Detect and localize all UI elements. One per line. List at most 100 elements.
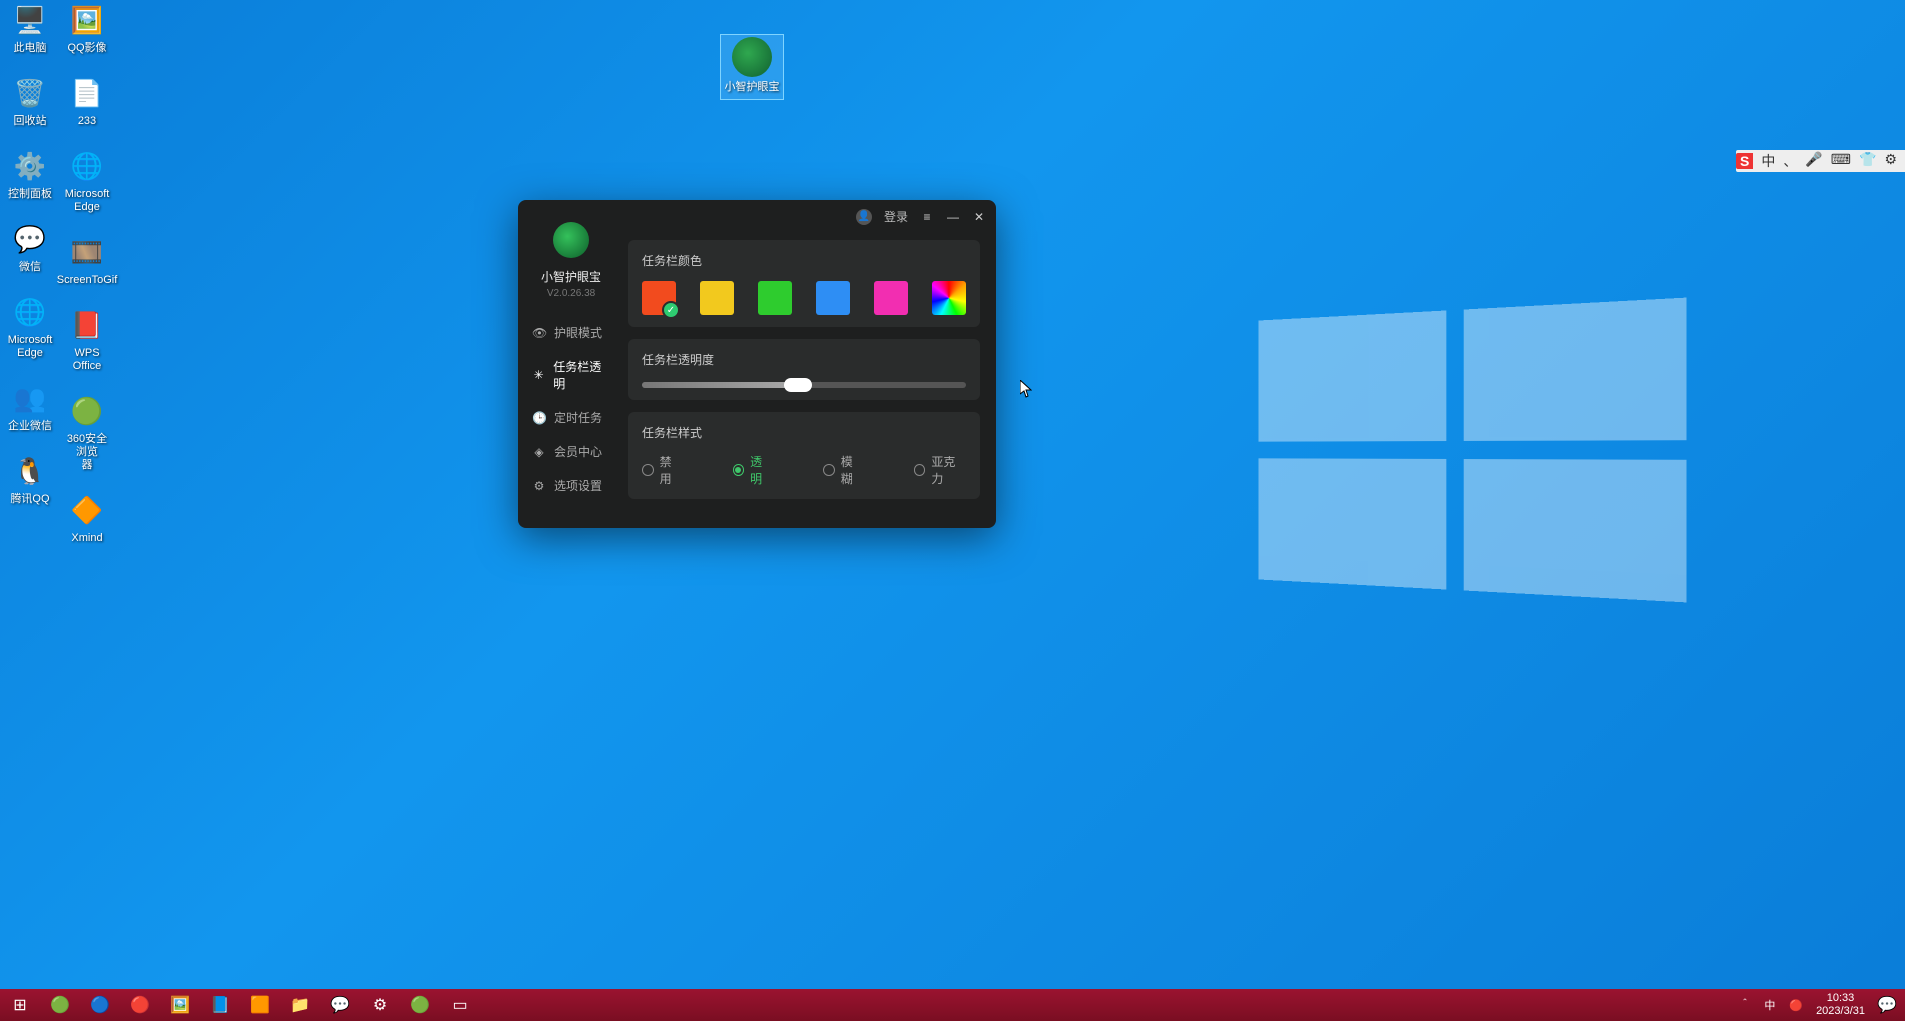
color-swatch[interactable]	[932, 281, 966, 315]
slider-fill	[642, 382, 798, 388]
taskbar-app[interactable]: 🟧	[240, 989, 280, 1021]
desktop-icon-label: 233	[78, 115, 96, 128]
sidebar-menu-item[interactable]: 👁 护眼模式	[518, 321, 624, 344]
taskbar-date: 2023/3/31	[1816, 1005, 1865, 1018]
taskbar-app[interactable]: 🟢	[40, 989, 80, 1021]
desktop-icon[interactable]: 🌐Microsoft Edge	[5, 292, 55, 360]
menu-item-label: 任务栏透明	[553, 358, 610, 392]
desktop-icon-label: 此电脑	[14, 42, 47, 55]
desktop-column-1: 🖥️此电脑 🗑️回收站 ⚙️控制面板 💬微信 🌐Microsoft Edge 👥企业微信 🐧…	[5, 0, 55, 506]
slider-thumb[interactable]	[784, 378, 812, 392]
titlebar: 👤 登录 ≡ — ✕	[856, 208, 986, 225]
color-swatch[interactable]	[758, 281, 792, 315]
sidebar-menu-item[interactable]: 🕒定时任务	[518, 406, 624, 429]
desktop-icon[interactable]: 📕WPS Office	[62, 305, 112, 373]
desktop-icon-label: 控制面板	[8, 188, 52, 201]
taskbar-apps: ⊞🟢🔵🔴🖼️📘🟧📁💬⚙🟢▭	[0, 989, 480, 1021]
ime-toolbar[interactable]: S 中、🎤⌨👕⚙	[1736, 150, 1905, 172]
radio-dot-icon	[733, 464, 745, 476]
color-swatch[interactable]	[700, 281, 734, 315]
desktop-icon[interactable]: 🎞️ScreenToGif	[62, 232, 112, 287]
style-radio[interactable]: 禁用	[642, 453, 683, 487]
panel-title: 任务栏颜色	[642, 252, 966, 269]
menu-item-label: 护眼模式	[554, 324, 602, 341]
style-radio[interactable]: 模糊	[823, 453, 864, 487]
sidebar-menu-item[interactable]: ◈ 会员中心	[518, 440, 624, 463]
app-logo-icon	[553, 222, 589, 258]
menu-icon[interactable]: ≡	[920, 210, 934, 224]
tray-icon[interactable]: ＾	[1736, 997, 1753, 1013]
menu-item-icon: ⚙	[532, 479, 546, 493]
sidebar-menu-item[interactable]: ✳任务栏透明	[518, 355, 624, 395]
radio-dot-icon	[823, 464, 835, 476]
ime-item[interactable]: 🎤	[1801, 151, 1826, 171]
desktop-icon-glyph: 🌐	[10, 292, 50, 332]
panel-taskbar-style: 任务栏样式 禁用透明模糊亚克力	[628, 412, 980, 499]
taskbar-app[interactable]: 🔴	[120, 989, 160, 1021]
desktop-icon[interactable]: 💬微信	[5, 219, 55, 274]
ime-item[interactable]: 👕	[1855, 151, 1880, 171]
close-icon[interactable]: ✕	[972, 210, 986, 224]
desktop-icon[interactable]: 🐧 腾讯QQ	[5, 451, 55, 506]
taskbar-clock[interactable]: 10:33 2023/3/31	[1812, 990, 1869, 1020]
desktop-icon[interactable]: 🖥️此电脑	[5, 0, 55, 55]
taskbar-app[interactable]: 📘	[200, 989, 240, 1021]
desktop-column-2: 🖼️QQ影像 📄233 🌐Microsoft Edge 🎞️ScreenToGif 📕W…	[62, 0, 112, 545]
desktop-icon[interactable]: 👥企业微信	[5, 378, 55, 433]
desktop-icon-label: 腾讯QQ	[10, 493, 49, 506]
taskbar-app[interactable]: 📁	[280, 989, 320, 1021]
taskbar-tray: ＾ 中 🔴 10:33 2023/3/31 💬	[1736, 989, 1899, 1021]
login-button[interactable]: 登录	[884, 208, 908, 225]
desktop-icon-glyph: 🐧	[10, 451, 50, 491]
desktop-icon[interactable]: 🖼️QQ影像	[62, 0, 112, 55]
desktop-icon[interactable]: 🔶Xmind	[62, 490, 112, 545]
wallpaper-windows-logo	[1258, 298, 1686, 603]
desktop-icon-glyph: 🔶	[67, 490, 107, 530]
taskbar-app[interactable]: 🖼️	[160, 989, 200, 1021]
taskbar-app[interactable]: 💬	[320, 989, 360, 1021]
desktop-icon[interactable]: 🌐Microsoft Edge	[62, 146, 112, 214]
desktop-icon-selected[interactable]: 小智护眼宝	[720, 34, 784, 100]
desktop-icon[interactable]: 🟢360安全浏览 器	[62, 391, 112, 472]
radio-dot-icon	[642, 464, 654, 476]
radio-dot-icon	[914, 464, 926, 476]
menu-item-icon: ◈	[532, 445, 546, 459]
color-swatch[interactable]	[642, 281, 676, 315]
minimize-icon[interactable]: —	[946, 210, 960, 224]
desktop-icon-label: Microsoft Edge	[8, 334, 53, 360]
opacity-slider[interactable]	[642, 382, 966, 388]
ime-item[interactable]: ⌨	[1827, 151, 1855, 171]
menu-item-label: 会员中心	[554, 443, 602, 460]
content-area: 任务栏颜色 任务栏透明度 任务栏样式 禁用透明模糊亚克力	[624, 200, 996, 528]
style-radio[interactable]: 透明	[733, 453, 774, 487]
color-swatch[interactable]	[874, 281, 908, 315]
taskbar-time: 10:33	[1816, 992, 1865, 1005]
desktop-icon[interactable]: 🗑️回收站	[5, 73, 55, 128]
swatches-row	[642, 281, 966, 315]
menu-item-icon: 🕒	[532, 411, 546, 425]
desktop-icon-label: ScreenToGif	[57, 274, 118, 287]
taskbar-app[interactable]: 🟢	[400, 989, 440, 1021]
app-icon	[732, 37, 772, 77]
desktop-icon-glyph: 🗑️	[10, 73, 50, 113]
notification-icon[interactable]: 💬	[1875, 989, 1899, 1021]
tray-icon[interactable]: 🔴	[1786, 999, 1806, 1012]
ime-item[interactable]: 中	[1757, 151, 1779, 171]
style-radio[interactable]: 亚克力	[914, 453, 966, 487]
taskbar-app[interactable]: ⚙	[360, 989, 400, 1021]
ime-item[interactable]: 、	[1779, 151, 1801, 171]
menu-item-icon: 👁	[532, 326, 546, 340]
taskbar-app[interactable]: ⊞	[0, 989, 40, 1021]
menu-item-label: 选项设置	[554, 477, 602, 494]
desktop-icon[interactable]: ⚙️控制面板	[5, 146, 55, 201]
tray-icon[interactable]: 中	[1761, 997, 1778, 1013]
taskbar-app[interactable]: 🔵	[80, 989, 120, 1021]
panel-title: 任务栏透明度	[642, 351, 966, 368]
desktop-icon-label: WPS Office	[62, 347, 112, 373]
color-swatch[interactable]	[816, 281, 850, 315]
ime-item[interactable]: ⚙	[1880, 151, 1901, 171]
desktop-icon[interactable]: 📄233	[62, 73, 112, 128]
taskbar-app[interactable]: ▭	[440, 989, 480, 1021]
mouse-cursor-icon	[1020, 380, 1032, 398]
sidebar-menu-item[interactable]: ⚙ 选项设置	[518, 474, 624, 497]
